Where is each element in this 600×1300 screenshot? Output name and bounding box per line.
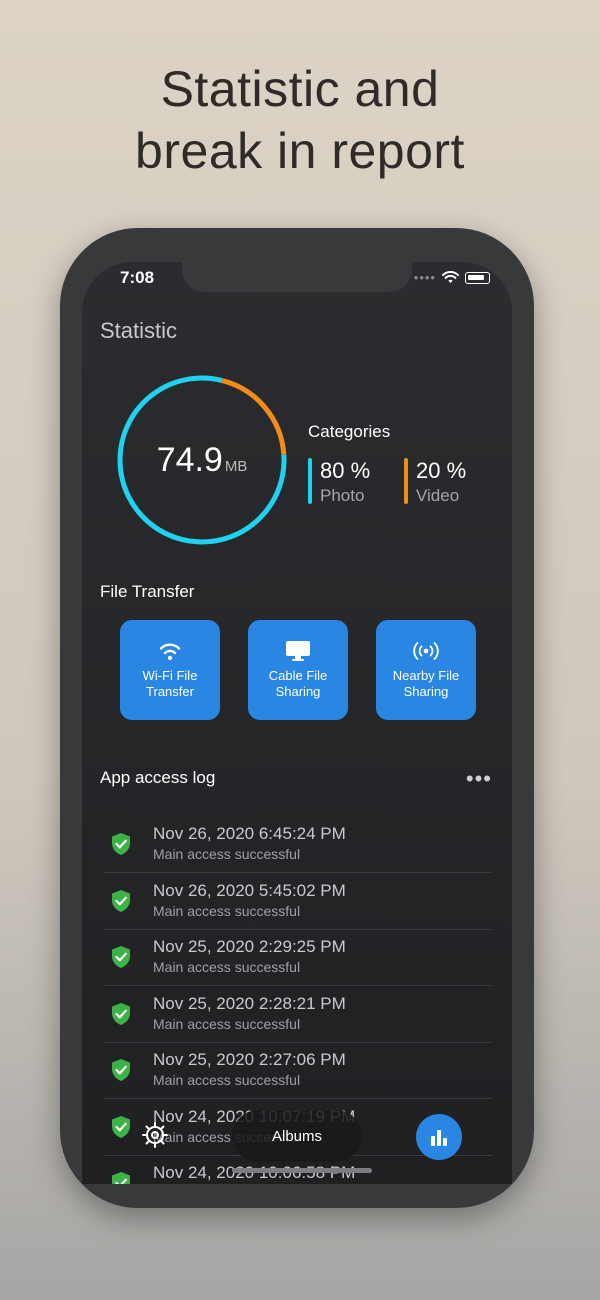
log-entry-time: Nov 25, 2020 2:29:25 PM: [153, 937, 346, 956]
nearby-file-sharing-line1: Nearby File: [392, 668, 460, 683]
category-video-percent: 20 %: [416, 458, 467, 483]
log-entry[interactable]: Nov 25, 2020 2:27:06 PM Main access succe…: [104, 1042, 492, 1099]
broadcast-icon: [411, 640, 441, 662]
wifi-status-icon: [442, 271, 459, 283]
cable-file-sharing-line2: Sharing: [275, 684, 321, 699]
wifi-file-transfer-line2: Transfer: [146, 684, 194, 699]
category-photo-name: Photo: [320, 486, 365, 505]
shield-check-icon: [112, 889, 130, 912]
category-video-name: Video: [416, 486, 460, 505]
shield-check-icon: [112, 946, 130, 968]
headline-line-2: break in report: [135, 123, 465, 179]
status-time: 7:08: [120, 268, 155, 287]
app-screen: 7:08 •••• Statistic 74.9 MB Categories 8…: [82, 262, 512, 1184]
shield-check-icon: [112, 1002, 130, 1025]
nearby-file-sharing-line2: Sharing: [403, 684, 449, 699]
log-entry[interactable]: Nov 25, 2020 2:28:21 PM Main access succe…: [104, 986, 492, 1043]
log-entry-time: Nov 26, 2020 6:45:24 PM: [153, 824, 346, 843]
log-entry-message: Main access successful: [153, 846, 301, 862]
category-video-bar: [404, 458, 408, 504]
phone-frame: 7:08 •••• Statistic 74.9 MB Categories 8…: [60, 228, 534, 1208]
headline-line-1: Statistic and: [160, 61, 440, 117]
log-entry-time: Nov 25, 2020 2:28:21 PM: [153, 993, 346, 1013]
statistics-tab-button[interactable]: [416, 1114, 462, 1160]
headline: Statistic and break in report: [0, 58, 600, 182]
log-entry-message: Main access successful: [153, 959, 301, 975]
storage-unit: MB: [224, 457, 248, 475]
log-entry-time: Nov 24, 2020 10:06:58 PM: [153, 1163, 355, 1182]
notch: [182, 262, 412, 292]
shield-check-icon: [112, 833, 130, 855]
wifi-file-transfer-line1: Wi-Fi File: [142, 668, 198, 683]
wifi-icon: [158, 640, 182, 662]
category-video: 20 % Video: [404, 458, 467, 505]
albums-tab-label: Albums: [271, 1127, 323, 1145]
category-photo-percent: 80 %: [320, 458, 371, 483]
signal-icon: ••••: [413, 270, 436, 285]
status-icons: ••••: [414, 270, 490, 285]
storage-value: 74.9: [156, 440, 223, 479]
access-log-label: App access log: [100, 768, 216, 787]
log-entry-time: Nov 25, 2020 2:27:06 PM: [153, 1050, 346, 1069]
log-entry-time: Nov 26, 2020 5:45:02 PM: [153, 880, 346, 900]
cable-file-sharing-button[interactable]: Cable File Sharing: [248, 620, 348, 720]
battery-icon: [465, 271, 490, 284]
category-photo-bar: [308, 458, 312, 504]
more-options-button[interactable]: •••: [466, 766, 492, 792]
categories-label: Categories: [308, 422, 391, 441]
cable-file-sharing-line1: Cable File: [268, 668, 328, 683]
settings-gear-icon[interactable]: [140, 1120, 170, 1150]
log-entry-message: Main access successful: [153, 1015, 301, 1032]
log-entry[interactable]: Nov 25, 2020 2:29:25 PM Main access succe…: [104, 929, 492, 986]
log-entry[interactable]: Nov 26, 2020 5:45:02 PM Main access succe…: [104, 873, 492, 930]
log-entry-message: Main access successful: [153, 1072, 301, 1088]
home-indicator: [232, 1168, 372, 1173]
log-entry-message: Main access successful: [153, 902, 301, 919]
log-entry[interactable]: Nov 26, 2020 6:45:24 PM Main access succe…: [104, 816, 492, 873]
category-photo: 80 % Photo: [308, 458, 371, 505]
monitor-icon: [285, 640, 311, 662]
storage-total: 74.9 MB: [116, 374, 288, 546]
shield-check-icon: [112, 1172, 130, 1184]
screen-title: Statistic: [100, 318, 178, 343]
albums-tab[interactable]: Albums: [232, 1110, 362, 1162]
wifi-file-transfer-button[interactable]: Wi-Fi File Transfer: [120, 620, 220, 720]
nearby-file-sharing-button[interactable]: Nearby File Sharing: [376, 620, 476, 720]
bar-chart-icon: [431, 1130, 447, 1146]
shield-check-icon: [112, 1059, 130, 1081]
file-transfer-label: File Transfer: [100, 582, 195, 601]
shield-check-icon: [112, 1115, 130, 1138]
